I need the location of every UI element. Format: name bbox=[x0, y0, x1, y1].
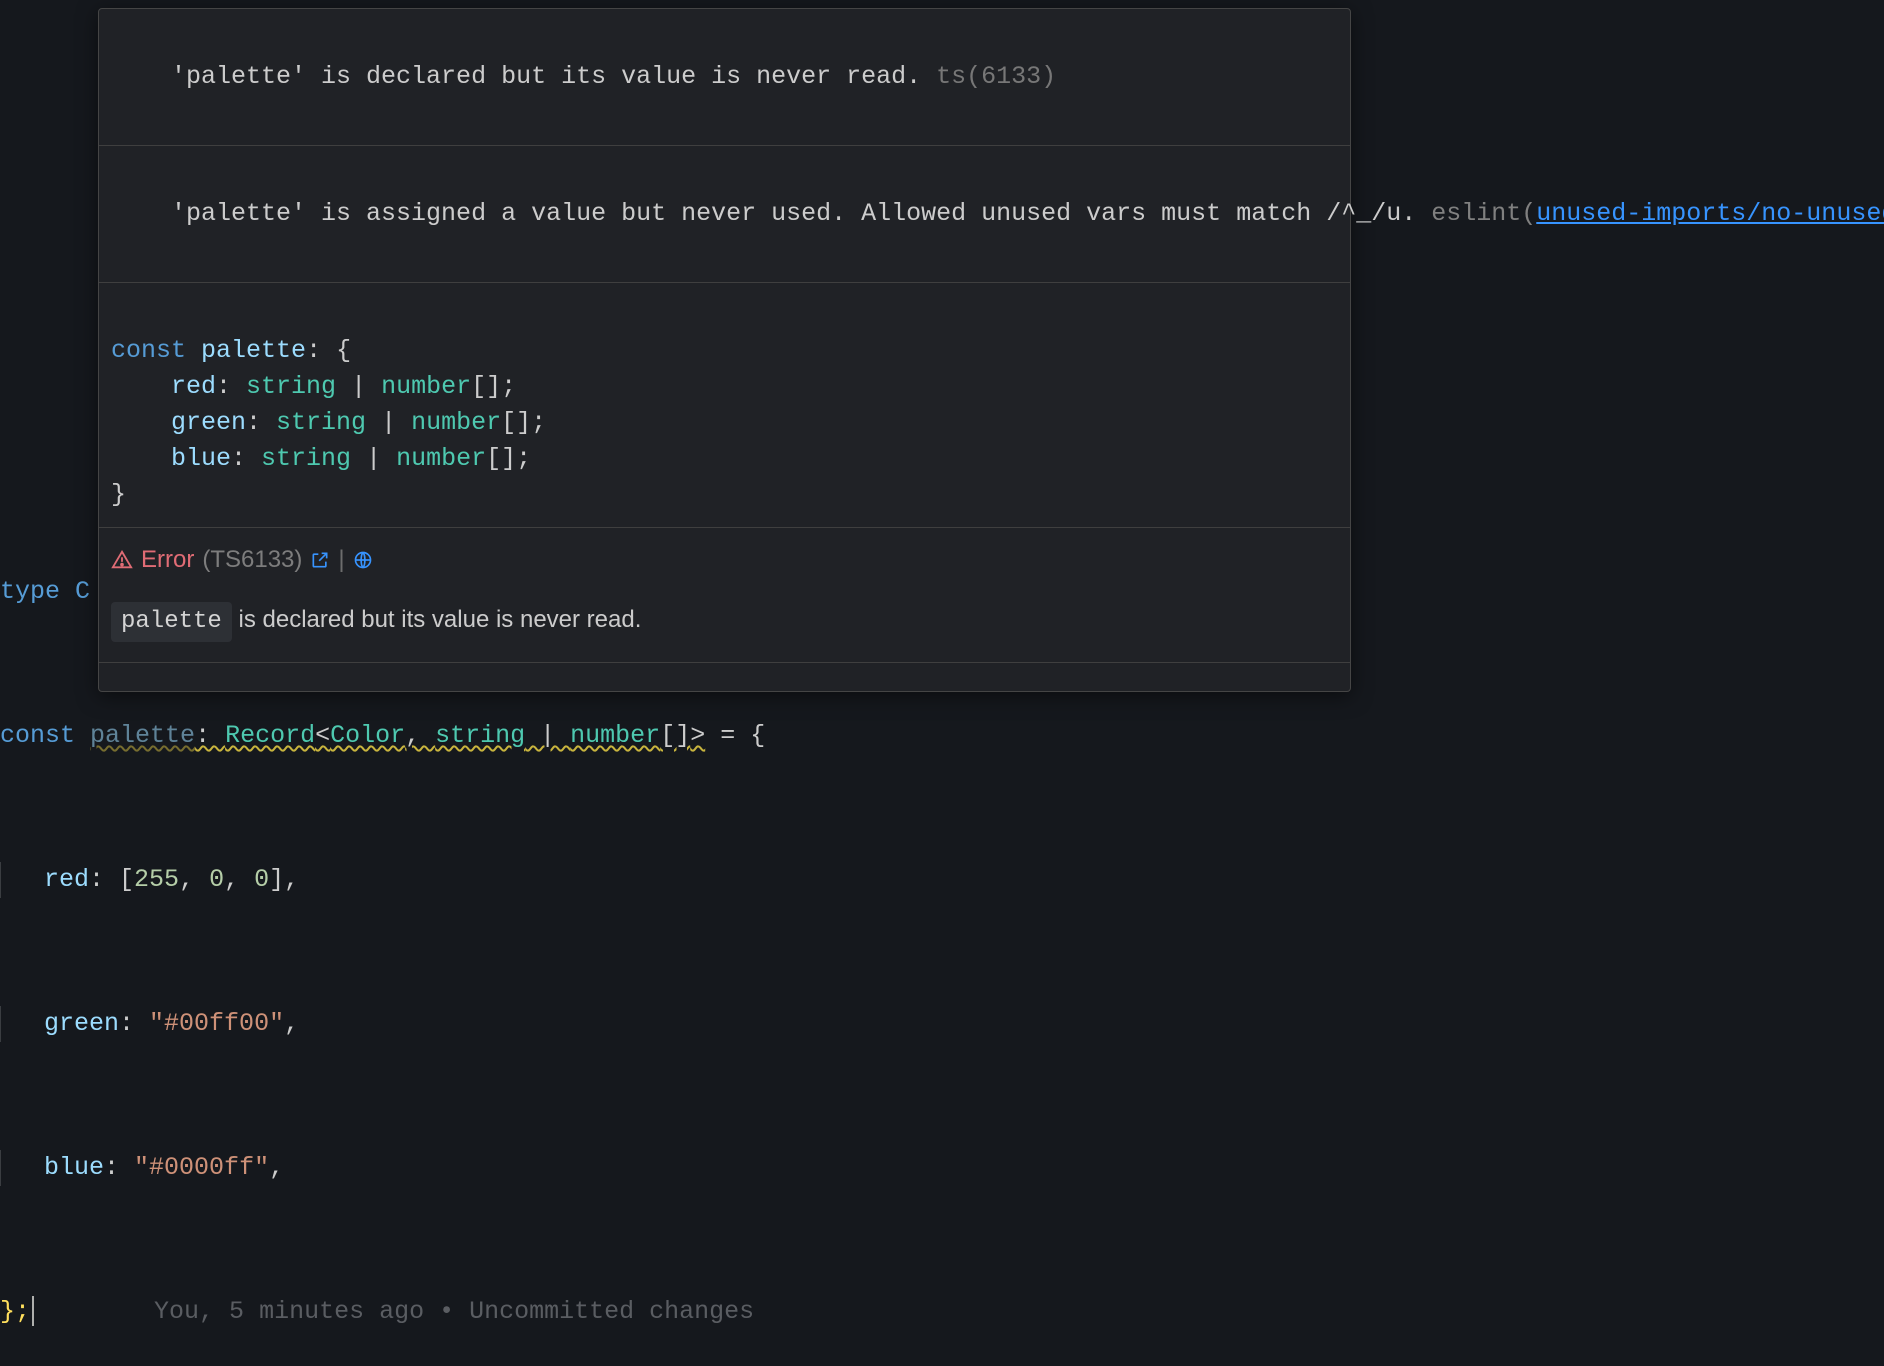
globe-icon[interactable] bbox=[353, 550, 373, 570]
ident-palette: palette bbox=[201, 336, 306, 365]
type-number: number bbox=[570, 721, 660, 750]
prop-green: green bbox=[44, 1009, 119, 1038]
type-color: Color bbox=[330, 721, 405, 750]
code-line-red: red: [255, 0, 0], bbox=[0, 862, 765, 898]
warning-icon bbox=[111, 549, 133, 571]
eslint-source: eslint bbox=[1431, 199, 1521, 228]
closing-brace: }; bbox=[0, 1297, 30, 1326]
eslint-diagnostic-message: 'palette' is assigned a value but never … bbox=[171, 199, 1416, 228]
code-line-blue: blue: "#0000ff", bbox=[0, 1150, 765, 1186]
str-blue: "#0000ff" bbox=[134, 1153, 269, 1182]
sig-prop-green: green bbox=[171, 408, 246, 437]
error-label: Error bbox=[141, 542, 194, 578]
hover-widget[interactable]: 'palette' is declared but its value is n… bbox=[98, 8, 1351, 692]
eslint-rule-link[interactable]: unused-imports/no-unused-vars bbox=[1536, 199, 1884, 228]
hover-eslint-diagnostic: 'palette' is assigned a value but never … bbox=[99, 146, 1350, 283]
prop-blue: blue bbox=[44, 1153, 104, 1182]
open-external-icon[interactable] bbox=[310, 550, 330, 570]
sig-prop-blue: blue bbox=[171, 444, 231, 473]
str-green: "#00ff00" bbox=[149, 1009, 284, 1038]
hover-error-section: Error(TS6133) | palette is declared but … bbox=[99, 528, 1350, 663]
num-255: 255 bbox=[134, 865, 179, 894]
identifier-pill: palette bbox=[111, 602, 232, 642]
type-string: string bbox=[435, 721, 525, 750]
ts-diagnostic-code: ts(6133) bbox=[921, 62, 1056, 91]
kw-const: const bbox=[111, 336, 186, 365]
prop-red: red bbox=[44, 865, 89, 894]
sig-ty-string2: string bbox=[276, 408, 366, 437]
error-human-rest: is declared but its value is never read. bbox=[232, 606, 642, 633]
error-header-row: Error(TS6133) | bbox=[111, 542, 1338, 578]
sig-ty-number1: number bbox=[381, 372, 471, 401]
keyword-type: type C bbox=[0, 577, 90, 606]
error-code: (TS6133) bbox=[202, 542, 302, 578]
type-record: Record bbox=[225, 721, 315, 750]
error-human-message: palette is declared but its value is nev… bbox=[111, 602, 1338, 642]
sig-prop-red: red bbox=[171, 372, 216, 401]
code-line-green: green: "#00ff00", bbox=[0, 1006, 765, 1042]
hover-type-signature: const palette: { red: string | number[];… bbox=[99, 283, 1350, 528]
ts-diagnostic-message: 'palette' is declared but its value is n… bbox=[171, 62, 921, 91]
variable-palette: palette bbox=[90, 721, 195, 750]
hover-ts-diagnostic: 'palette' is declared but its value is n… bbox=[99, 9, 1350, 146]
sig-ty-string1: string bbox=[246, 372, 336, 401]
separator: | bbox=[338, 542, 344, 578]
sig-ty-number2: number bbox=[411, 408, 501, 437]
code-line-close: }; You, 5 minutes ago • Uncommitted chan… bbox=[0, 1294, 765, 1330]
code-line-const: const palette: Record<Color, string | nu… bbox=[0, 718, 765, 754]
num-0a: 0 bbox=[209, 865, 224, 894]
gitlens-annotation: You, 5 minutes ago • Uncommitted changes bbox=[154, 1297, 754, 1326]
keyword-const: const bbox=[0, 721, 75, 750]
sig-ty-number3: number bbox=[396, 444, 486, 473]
num-0b: 0 bbox=[254, 865, 269, 894]
sig-ty-string3: string bbox=[261, 444, 351, 473]
hover-truncated-preview: const palette: Record<Color, string | nu… bbox=[99, 663, 1350, 691]
